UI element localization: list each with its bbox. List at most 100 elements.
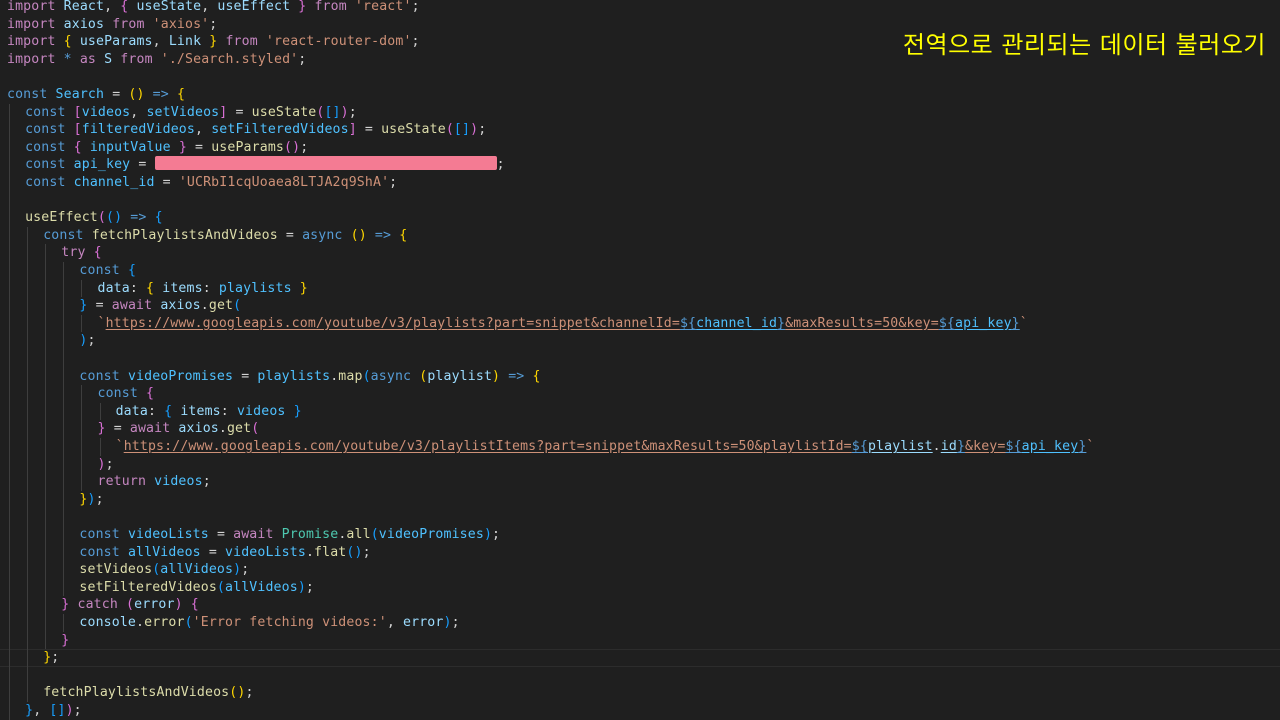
code-token: catch xyxy=(77,597,118,613)
code-token: console xyxy=(79,615,137,630)
code-token: allVideos xyxy=(160,562,234,578)
code-token: , xyxy=(33,703,50,718)
code-token: data xyxy=(97,280,130,296)
code-token: = xyxy=(208,544,217,560)
code-line: data: { items: playlists } xyxy=(98,280,308,298)
code-token: Link xyxy=(168,34,202,50)
code-token: } xyxy=(97,421,106,437)
code-token: videos xyxy=(81,104,131,120)
code-token: { xyxy=(146,280,155,296)
code-token: ; xyxy=(411,34,420,50)
code-token: . xyxy=(305,544,315,560)
code-token: { xyxy=(399,227,408,243)
code-token: React xyxy=(63,0,105,14)
code-token: useEffect xyxy=(217,0,291,14)
code-token: ${ xyxy=(851,439,868,454)
code-line: const allVideos = videoLists.flat(); xyxy=(79,544,370,562)
code-token: = xyxy=(235,104,244,120)
indent-guide xyxy=(63,614,65,632)
code-token: { xyxy=(190,597,199,613)
code-line: `https://www.googleapis.com/youtube/v3/p… xyxy=(98,315,1028,333)
code-token: useParams xyxy=(79,34,153,50)
code-token: ${ xyxy=(938,315,956,331)
code-token: { xyxy=(532,368,541,384)
code-token: filteredVideos xyxy=(81,122,195,138)
code-token: const xyxy=(25,157,66,173)
code-token: , xyxy=(104,0,121,14)
code-line: }); xyxy=(79,491,103,509)
code-token: fetchPlaylistsAndVideos xyxy=(91,227,278,243)
code-token: const xyxy=(79,527,120,542)
code-token: try xyxy=(61,245,86,261)
code-editor[interactable]: import React, { useState, useEffect } fr… xyxy=(0,0,1280,720)
code-token: error xyxy=(134,597,175,613)
code-token: get xyxy=(208,298,234,314)
code-token: = xyxy=(285,227,294,243)
code-token: ) xyxy=(297,579,306,595)
code-line: data: { items: videos } xyxy=(116,403,302,421)
code-token: } xyxy=(299,280,308,296)
code-token: [] xyxy=(453,122,471,138)
code-token: 'react' xyxy=(354,0,412,14)
code-token: . xyxy=(200,298,209,314)
indent-guide xyxy=(81,314,83,333)
code-token: import xyxy=(7,34,56,50)
code-token: ; xyxy=(105,456,114,472)
code-line: fetchPlaylistsAndVideos(); xyxy=(43,684,253,702)
code-token: } xyxy=(1011,315,1020,331)
code-token: from xyxy=(112,16,145,32)
indent-guide xyxy=(45,244,47,650)
code-token: https://www.googleapis.com/youtube/v3/pl… xyxy=(123,439,852,454)
code-token: ; xyxy=(348,104,357,120)
code-token: ${ xyxy=(1005,439,1022,454)
code-token: ; xyxy=(73,703,82,718)
indent-guide xyxy=(63,262,65,597)
code-token: const xyxy=(43,227,84,243)
code-line: import React, { useState, useEffect } fr… xyxy=(7,0,420,16)
code-token: { xyxy=(146,386,155,402)
code-token: ( xyxy=(370,527,379,542)
code-token: allVideos xyxy=(127,544,201,560)
code-token: ( xyxy=(251,421,260,437)
code-line: }; xyxy=(43,649,59,667)
code-token: useState xyxy=(136,0,202,14)
code-token: [ xyxy=(73,104,82,120)
code-token: ; xyxy=(202,474,211,490)
code-line: const videoPromises = playlists.map(asyn… xyxy=(79,368,540,386)
code-token: ( xyxy=(445,122,454,138)
code-token: all xyxy=(346,527,371,542)
code-token: { xyxy=(63,34,72,50)
code-token: const xyxy=(25,139,66,155)
code-token: videos xyxy=(154,474,203,490)
code-token: { xyxy=(127,263,137,278)
code-line: import * as S from './Search.styled'; xyxy=(7,51,306,69)
code-token: ; xyxy=(305,579,315,595)
code-token: ] xyxy=(348,122,357,138)
code-token: setFilteredVideos xyxy=(211,122,349,138)
code-token: from xyxy=(120,51,153,67)
